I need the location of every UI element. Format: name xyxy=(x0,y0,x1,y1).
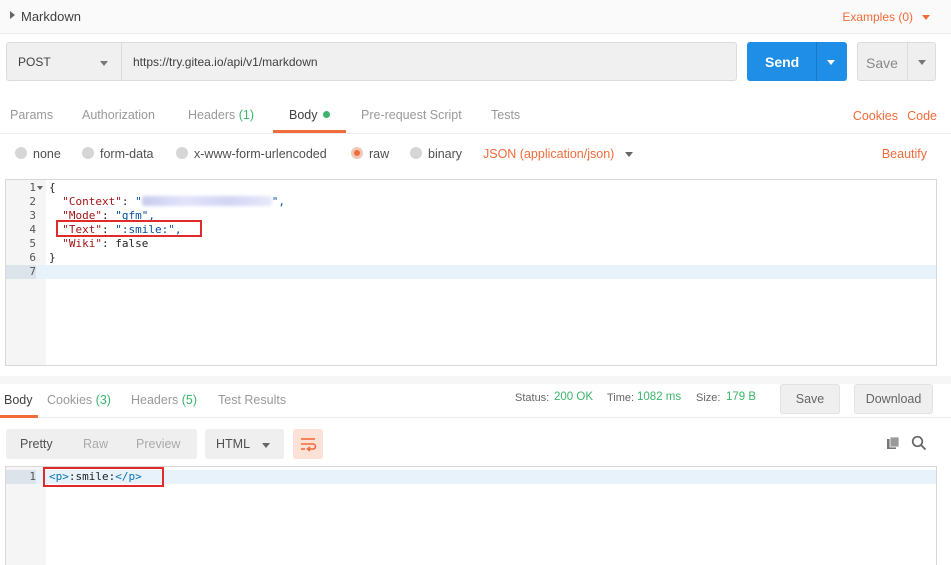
response-tab-test-results[interactable]: Test Results xyxy=(218,393,286,407)
code-line: 2 "Context": " ", xyxy=(29,195,285,208)
request-tabs: Params Authorization Headers (1) Body Pr… xyxy=(0,98,951,134)
wrap-lines-icon xyxy=(301,438,317,452)
view-mode-segmented: Pretty Raw Preview xyxy=(6,429,197,459)
search-icon[interactable] xyxy=(911,435,927,451)
headers-count: (1) xyxy=(238,108,255,122)
radio-binary[interactable] xyxy=(410,147,422,159)
cookies-link[interactable]: Cookies xyxy=(853,109,898,123)
beautify-link[interactable]: Beautify xyxy=(882,147,927,161)
response-tab-cookies[interactable]: Cookies (3) xyxy=(47,393,111,407)
radio-none[interactable] xyxy=(15,147,27,159)
response-body-viewer[interactable]: i 1 <p>:smile:</p> xyxy=(5,466,937,565)
save-response-button[interactable]: Save xyxy=(780,384,840,414)
code-link[interactable]: Code xyxy=(907,109,937,123)
tab-prerequest-script[interactable]: Pre-request Script xyxy=(361,108,462,122)
code-line: 1 { xyxy=(29,181,56,194)
method-label: POST xyxy=(18,55,51,69)
status-label: Status: xyxy=(515,392,550,404)
request-body-editor[interactable]: 1 { 2 "Context": " ", 3 "Mode": "gfm", 4 … xyxy=(5,179,937,366)
tab-params[interactable]: Params xyxy=(10,108,53,122)
send-button[interactable]: Send xyxy=(747,42,847,81)
highlight-box xyxy=(43,467,164,487)
content-type-select[interactable]: JSON (application/json) xyxy=(483,147,614,161)
send-options-chevron-icon[interactable] xyxy=(827,60,835,65)
chevron-down-icon[interactable] xyxy=(625,152,633,157)
chevron-down-icon[interactable] xyxy=(922,15,930,20)
chevron-down-icon xyxy=(100,61,108,66)
radio-form-data[interactable] xyxy=(82,147,94,159)
highlight-box xyxy=(56,220,202,237)
tab-body[interactable]: Body xyxy=(289,108,330,122)
response-tab-body[interactable]: Body xyxy=(4,393,33,407)
wrap-lines-button[interactable] xyxy=(293,429,323,459)
body-indicator-dot xyxy=(322,111,330,118)
code-line: 5 "Wiki": false xyxy=(29,237,149,250)
save-options-chevron-icon[interactable] xyxy=(918,60,926,65)
fold-arrow-icon[interactable] xyxy=(37,186,43,190)
code-line-active: 7 xyxy=(6,265,936,279)
status-value[interactable]: 200 OK xyxy=(554,391,593,403)
view-mode-preview[interactable]: Preview xyxy=(136,437,180,451)
radio-binary-label[interactable]: binary xyxy=(428,147,462,161)
redacted-value xyxy=(141,196,272,206)
save-button[interactable]: Save xyxy=(857,42,936,81)
time-label: Time: xyxy=(607,392,635,404)
send-label: Send xyxy=(765,54,800,70)
url-input[interactable]: https://try.gitea.io/api/v1/markdown xyxy=(121,42,737,81)
request-title[interactable]: Markdown xyxy=(21,9,81,24)
tab-tests[interactable]: Tests xyxy=(491,108,520,122)
time-value[interactable]: 1082 ms xyxy=(637,391,681,403)
radio-raw[interactable] xyxy=(351,147,363,159)
radio-raw-label[interactable]: raw xyxy=(369,147,389,161)
response-tabs: Body Cookies (3) Headers (5) Test Result… xyxy=(0,384,951,418)
response-tab-headers[interactable]: Headers (5) xyxy=(131,393,197,407)
request-title-bar: Markdown Examples (0) xyxy=(0,0,951,34)
examples-dropdown[interactable]: Examples (0) xyxy=(842,10,913,24)
body-mode-options: none form-data x-www-form-urlencoded raw… xyxy=(0,134,951,176)
download-button[interactable]: Download xyxy=(854,384,933,414)
url-text: https://try.gitea.io/api/v1/markdown xyxy=(133,55,318,69)
size-value[interactable]: 179 B xyxy=(726,391,756,403)
radio-urlencoded-label[interactable]: x-www-form-urlencoded xyxy=(194,147,327,161)
response-toolbar: Pretty Raw Preview HTML xyxy=(0,418,951,466)
view-mode-raw[interactable]: Raw xyxy=(83,437,108,451)
tab-headers[interactable]: Headers (1) xyxy=(188,108,254,122)
response-format-select[interactable]: HTML xyxy=(205,429,284,459)
size-label: Size: xyxy=(696,392,721,404)
save-label: Save xyxy=(866,55,898,71)
collapse-caret-icon[interactable] xyxy=(10,11,15,19)
tab-authorization[interactable]: Authorization xyxy=(82,108,155,122)
copy-icon[interactable] xyxy=(886,436,900,450)
chevron-down-icon xyxy=(262,443,270,448)
active-tab-underline xyxy=(273,130,346,133)
code-line: 6 } xyxy=(29,251,56,264)
radio-none-label[interactable]: none xyxy=(33,147,61,161)
radio-urlencoded[interactable] xyxy=(176,147,188,159)
view-mode-pretty[interactable]: Pretty xyxy=(20,437,53,451)
radio-form-data-label[interactable]: form-data xyxy=(100,147,154,161)
method-select[interactable]: POST xyxy=(6,42,122,81)
